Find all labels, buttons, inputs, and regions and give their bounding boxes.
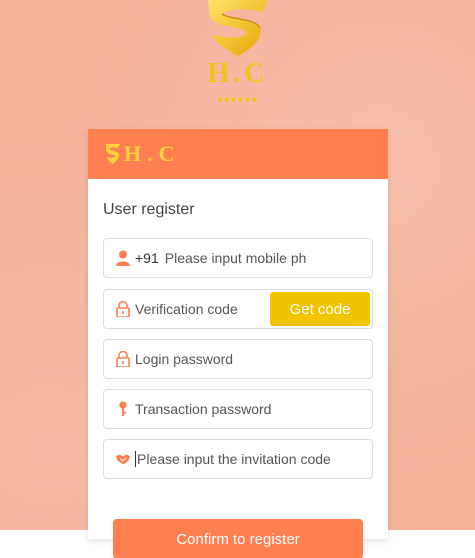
transaction-password-field[interactable]: Transaction password [103,389,373,429]
mobile-field[interactable]: +91 Please input mobile ph [103,238,373,278]
page-title: User register [103,201,195,218]
confirm-register-button[interactable]: Confirm to register [113,519,363,558]
invitation-code-field[interactable]: Please input the invitation code [103,439,373,479]
lock-icon [115,300,131,318]
logo-text: H.C [207,58,269,89]
header-logo: H.C [104,141,181,167]
get-code-button[interactable]: Get code [270,292,370,326]
handshake-icon [115,450,131,468]
verification-code-field[interactable]: Verification code Get code [103,289,373,329]
header-logo-text: H.C [124,141,181,166]
invitation-code-input[interactable]: Please input the invitation code [137,451,331,467]
mobile-input[interactable]: Please input mobile ph [165,250,307,266]
register-card: H.C User register +91 Please input mobil… [88,129,388,539]
lock-icon [115,350,131,368]
brand-logo: H.C ■■■■■■ [200,0,276,108]
logo-emblem-icon [106,144,120,164]
verification-code-input[interactable]: Verification code [135,301,238,317]
login-password-input[interactable]: Login password [135,351,233,367]
country-code[interactable]: +91 [135,250,159,266]
logo-emblem-icon [208,0,268,56]
transaction-password-input[interactable]: Transaction password [135,401,271,417]
key-icon [115,400,131,418]
card-header: H.C [88,129,388,179]
login-password-field[interactable]: Login password [103,339,373,379]
logo-subtext: ■■■■■■ [217,95,259,104]
text-caret [135,451,136,467]
user-icon [115,249,131,267]
